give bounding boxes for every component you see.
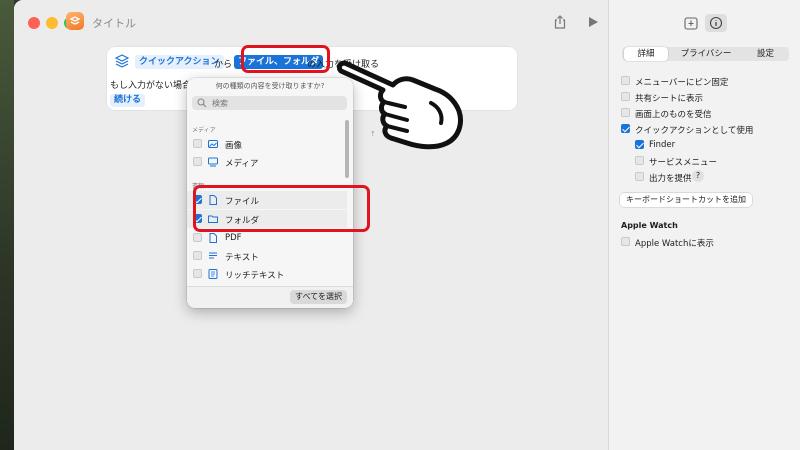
checkbox-media[interactable]	[193, 157, 202, 166]
item-label: メディア	[225, 159, 259, 169]
tab-details[interactable]: 詳細	[624, 47, 668, 61]
sidebar-tab-control: 詳細 プライバシー 設定	[622, 47, 789, 61]
search-icon	[197, 98, 207, 108]
media-icon	[208, 157, 218, 167]
layers-icon	[115, 54, 129, 68]
list-item-media[interactable]: メディア	[187, 153, 347, 171]
checkbox-provide-output[interactable]	[635, 172, 644, 181]
close-window-button[interactable]	[28, 17, 40, 29]
option-label: メニューバーにピン固定	[635, 78, 729, 88]
titlebar: タイトル	[14, 0, 608, 44]
checkbox-receive-screen[interactable]	[621, 108, 630, 117]
checkbox-share-sheet[interactable]	[621, 92, 630, 101]
tab-privacy[interactable]: プライバシー	[670, 47, 742, 61]
option-label: 画面上のものを受信	[635, 110, 712, 120]
checkbox-finder[interactable]	[635, 140, 644, 149]
select-all-button[interactable]: すべてを選択	[290, 290, 347, 304]
option-label: 共有シートに表示	[635, 94, 704, 104]
checkbox-pdf[interactable]	[193, 233, 202, 242]
desktop-background	[0, 0, 14, 450]
option-label: Apple Watchに表示	[635, 239, 714, 249]
pdf-icon	[209, 233, 217, 243]
run-icon[interactable]	[586, 15, 600, 29]
option-label: 出力を提供	[649, 174, 692, 184]
add-keyboard-shortcut-button[interactable]: キーボードショートカットを追加	[620, 193, 752, 207]
item-label: テキスト	[225, 253, 259, 263]
from-label: から	[214, 60, 233, 70]
item-label: PDF	[225, 233, 242, 243]
shortcuts-app-icon	[66, 12, 84, 30]
info-icon	[709, 16, 723, 30]
apple-watch-heading: Apple Watch	[621, 221, 678, 230]
option-label: クイックアクションとして使用	[635, 126, 754, 136]
item-label: リッチテキスト	[225, 271, 285, 281]
highlight-checked-items	[193, 185, 370, 232]
editor-area: タイトル クイックアクション から ファイル、フォルダ の入力を受け取る もし入…	[14, 0, 608, 450]
rich-text-icon	[208, 269, 218, 279]
details-sidebar: 詳細 プライバシー 設定 メニューバーにピン固定 共有シートに表示 画面上のもの…	[608, 0, 800, 450]
checkbox-quick-action[interactable]	[621, 124, 630, 133]
help-button[interactable]: ?	[692, 170, 704, 182]
list-item-image[interactable]: 画像	[187, 135, 347, 153]
connector-mark: ↑	[370, 130, 376, 138]
checkbox-rich-text[interactable]	[193, 269, 202, 278]
popover-search[interactable]	[192, 96, 347, 110]
option-label: サービスメニュー	[649, 158, 718, 168]
shortcuts-window: タイトル クイックアクション から ファイル、フォルダ の入力を受け取る もし入…	[14, 0, 800, 450]
checkbox-image[interactable]	[193, 139, 202, 148]
search-input[interactable]	[212, 96, 332, 110]
tab-settings[interactable]: 設定	[744, 47, 787, 61]
quick-action-token[interactable]: クイックアクション	[135, 55, 224, 69]
checkbox-pin-menubar[interactable]	[621, 76, 630, 85]
popover-footer: すべてを選択	[187, 286, 353, 308]
continue-token[interactable]: 続ける	[110, 94, 146, 107]
text-icon	[209, 252, 217, 259]
share-icon[interactable]	[552, 14, 568, 30]
checkbox-services-menu[interactable]	[635, 156, 644, 165]
minimize-window-button[interactable]	[46, 17, 58, 29]
list-item-text[interactable]: テキスト	[187, 247, 347, 265]
checkbox-apple-watch[interactable]	[621, 237, 630, 246]
item-label: 画像	[225, 141, 243, 151]
library-icon[interactable]	[683, 15, 699, 31]
pointing-hand-icon	[336, 60, 463, 150]
highlight-input-types	[241, 45, 330, 73]
option-label: Finder	[649, 140, 676, 150]
popover-header: 何の種類の内容を受け取りますか?	[215, 82, 325, 90]
info-tab[interactable]	[705, 14, 727, 32]
list-item-rich-text[interactable]: リッチテキスト	[187, 265, 347, 283]
no-input-label: もし入力がない場合:	[110, 81, 195, 91]
section-media-label: メディア	[192, 127, 216, 134]
checkbox-text[interactable]	[193, 251, 202, 260]
window-title[interactable]: タイトル	[92, 15, 136, 31]
image-icon	[208, 140, 218, 148]
